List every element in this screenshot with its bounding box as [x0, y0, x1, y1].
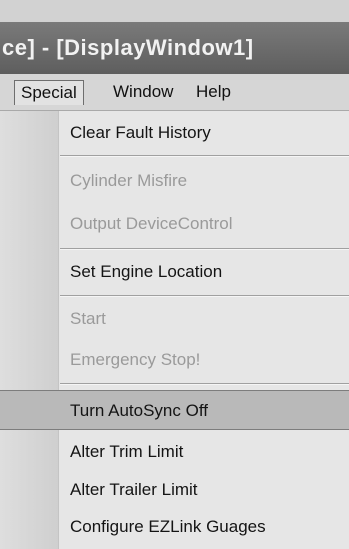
menu-special[interactable]: Special [14, 80, 84, 105]
menu-item-alter-trim-limit[interactable]: Alter Trim Limit [0, 432, 349, 472]
menu-item-label: Alter Trailer Limit [70, 480, 198, 499]
menubar: Special Window Help [0, 74, 349, 111]
menu-item-output-device-control: Output DeviceControl [0, 204, 349, 244]
menu-separator [60, 248, 349, 250]
menu-help-label: Help [196, 82, 231, 101]
menu-separator [60, 295, 349, 297]
menu-item-turn-autosync-off[interactable]: Turn AutoSync Off [0, 390, 349, 430]
menu-special-label: Special [21, 83, 77, 102]
menu-item-label: Clear Fault History [70, 123, 211, 142]
window-title: ce] - [DisplayWindow1] [0, 22, 349, 74]
menu-window-label: Window [113, 82, 174, 101]
menu-item-cylinder-misfire: Cylinder Misfire [0, 161, 349, 201]
menu-separator [60, 155, 349, 157]
menu-item-label: Start [70, 309, 106, 328]
menu-item-label: Configure EZLink Guages [70, 517, 266, 536]
menu-item-clear-fault-history[interactable]: Clear Fault History [0, 113, 349, 153]
menu-item-set-engine-location[interactable]: Set Engine Location [0, 252, 349, 292]
menu-item-label: Emergency Stop! [70, 350, 201, 369]
top-strip [0, 0, 349, 23]
menu-item-label: Cylinder Misfire [70, 171, 188, 190]
menu-item-emergency-stop: Emergency Stop! [0, 340, 349, 380]
menu-help[interactable]: Help [190, 80, 237, 104]
menu-item-label: Output DeviceControl [70, 214, 233, 233]
menu-item-start: Start [0, 299, 349, 339]
menu-window[interactable]: Window [107, 80, 179, 104]
menu-item-label: Set Engine Location [70, 262, 223, 281]
menu-item-label: Alter Trim Limit [70, 442, 184, 461]
special-dropdown-menu: Clear Fault History Cylinder Misfire Out… [0, 111, 349, 549]
menu-item-configure-ezlink-guages[interactable]: Configure EZLink Guages [0, 507, 349, 547]
menu-separator [60, 383, 349, 385]
menu-item-label: Turn AutoSync Off [70, 401, 208, 420]
menu-item-alter-trailer-limit[interactable]: Alter Trailer Limit [0, 470, 349, 510]
